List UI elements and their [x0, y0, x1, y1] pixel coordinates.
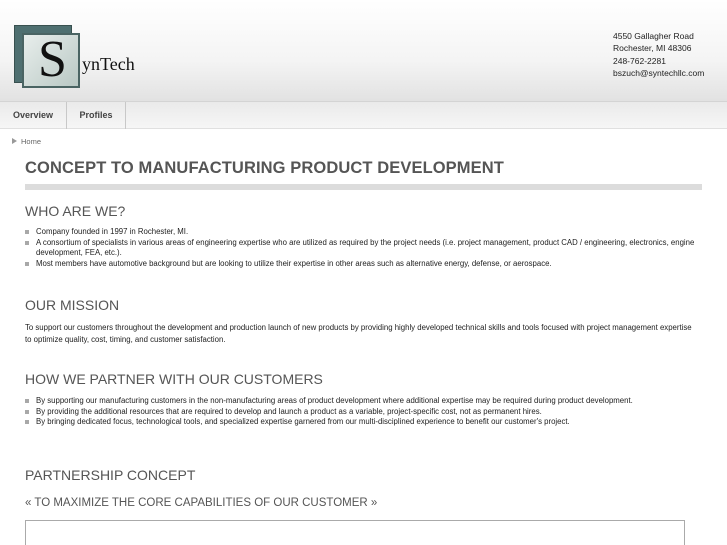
list-item: Most members have automotive background … — [25, 259, 695, 270]
who-heading: WHO ARE WE? — [25, 203, 126, 219]
mission-text: To support our customers throughout the … — [25, 323, 692, 344]
main-nav: Overview Profiles — [0, 102, 727, 129]
contact-info: 4550 Gallagher Road Rochester, MI 48306 … — [613, 30, 704, 79]
site-header: S ynTech 4550 Gallagher Road Rochester, … — [0, 0, 727, 102]
concept-heading: PARTNERSHIP CONCEPT — [25, 467, 196, 483]
mission-heading: OUR MISSION — [25, 297, 120, 313]
logo-wordmark: ynTech — [82, 54, 135, 74]
content-box — [25, 520, 685, 545]
concept-quote: « TO MAXIMIZE THE CORE CAPABILITIES OF O… — [25, 497, 378, 509]
list-item: Company founded in 1997 in Rochester, MI… — [25, 227, 695, 238]
list-item: By providing the additional resources th… — [25, 407, 670, 418]
tab-profiles[interactable]: Profiles — [67, 102, 126, 129]
contact-address: 4550 Gallagher Road — [613, 31, 694, 41]
tab-overview[interactable]: Overview — [0, 102, 67, 129]
partner-heading: HOW WE PARTNER WITH OUR CUSTOMERS — [25, 371, 323, 387]
contact-phone: 248-762-2281 — [613, 55, 666, 66]
list-item: By bringing dedicated focus, technologic… — [25, 417, 670, 428]
syntech-logo[interactable]: S ynTech — [14, 25, 154, 91]
breadcrumb: Home — [12, 137, 41, 146]
partner-list: By supporting our manufacturing customer… — [25, 396, 670, 428]
contact-email[interactable]: bszuch@syntechllc.com — [613, 67, 704, 79]
breadcrumb-arrow-icon — [12, 138, 17, 144]
who-list: Company founded in 1997 in Rochester, MI… — [25, 227, 695, 269]
page-title: CONCEPT TO MANUFACTURING PRODUCT DEVELOP… — [25, 159, 504, 177]
breadcrumb-home-link[interactable]: Home — [21, 137, 41, 146]
list-item: By supporting our manufacturing customer… — [25, 396, 670, 407]
logo-letter: S — [38, 31, 67, 88]
contact-city: Rochester, MI 48306 — [613, 43, 692, 54]
list-item: A consortium of specialists in various a… — [25, 238, 695, 259]
title-divider — [25, 184, 702, 190]
main-content: CONCEPT TO MANUFACTURING PRODUCT DEVELOP… — [25, 150, 702, 190]
